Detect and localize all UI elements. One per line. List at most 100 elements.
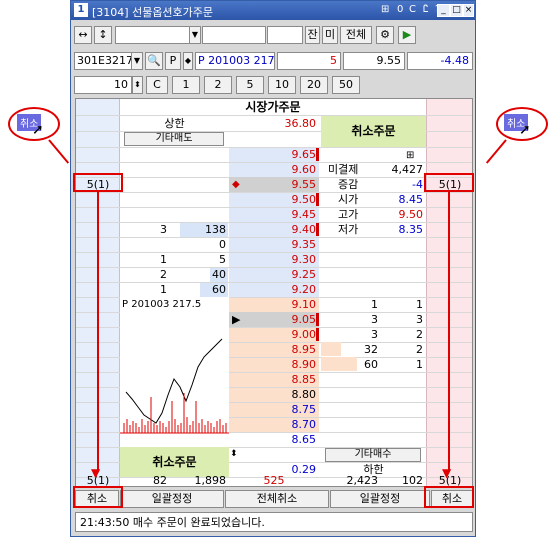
price-cell[interactable]: 9.10	[229, 297, 319, 312]
price-cell[interactable]: 8.70	[229, 417, 319, 432]
buy-count: 1	[416, 298, 423, 311]
qty-button-5[interactable]: 5	[236, 76, 264, 94]
upper-limit-value: 36.80	[284, 117, 317, 130]
qty-button-10[interactable]: 10	[268, 76, 296, 94]
price-cell[interactable]: 8.75	[229, 402, 319, 417]
cancel-all-button[interactable]: 전체취소	[225, 490, 329, 508]
bulk-edit-right-button[interactable]: 일괄정정	[330, 490, 430, 508]
sell-qty: 40	[212, 268, 226, 281]
price-cell[interactable]: 9.25	[229, 267, 319, 282]
high-value: 9.50	[398, 208, 424, 221]
market-order-label[interactable]: 시장가주문	[120, 100, 426, 115]
open-interest-value: 4,427	[391, 163, 424, 176]
all-button[interactable]: 전체	[340, 26, 372, 44]
change-value: -4	[412, 178, 423, 191]
max-button[interactable]: □	[450, 4, 463, 17]
spin-icon[interactable]: ◆	[183, 52, 193, 70]
price-cell[interactable]: 9.00	[229, 327, 319, 342]
play-icon[interactable]: ▶	[398, 26, 416, 44]
order-book-grid: 시장가주문 상한 36.80 기타매도 취소주문 9.65 9.60 9.55 …	[75, 98, 473, 487]
sell-count: 2	[160, 268, 167, 281]
price-cell[interactable]: 9.60	[229, 162, 319, 177]
net-qty: 525	[263, 474, 285, 487]
sell-qty: 138	[205, 223, 226, 236]
total-sell-count: 82	[153, 474, 167, 487]
upper-limit-label: 상한	[164, 117, 185, 130]
account-name-field[interactable]	[202, 26, 266, 44]
status-bar: 21:43:50 매수 주문이 완료되었습니다.	[75, 512, 473, 532]
total-sell-qty: 1,898	[194, 474, 227, 487]
tick-marker	[316, 148, 319, 161]
buy-count: 2	[416, 343, 423, 356]
title-bar: 1 [3104] 선물옵션호가주문 ⊞ 0 C Ꮭ ? ≣	[71, 1, 475, 20]
close-button[interactable]: ×	[463, 4, 474, 17]
put-button[interactable]: P	[165, 52, 181, 70]
qty-button-2[interactable]: 2	[204, 76, 232, 94]
right-down-arrow-icon: ▼	[442, 466, 452, 480]
order-qty-input[interactable]: 10	[74, 76, 132, 94]
tick-marker	[316, 193, 319, 206]
left-highlight-circle	[8, 107, 60, 141]
vertical-arrows-icon[interactable]: ↕	[94, 26, 112, 44]
qty-button-1[interactable]: 1	[172, 76, 200, 94]
price-cell[interactable]: 8.65	[229, 432, 319, 447]
tick-marker	[316, 313, 319, 326]
other-buy-button[interactable]: 기타매수	[325, 448, 421, 462]
horizontal-arrows-icon[interactable]: ↔	[74, 26, 92, 44]
password-field[interactable]	[267, 26, 303, 44]
sell-count: 1	[160, 283, 167, 296]
settings-icon[interactable]: ⚙	[376, 26, 394, 44]
qty-button-50[interactable]: 50	[332, 76, 360, 94]
cancel-sell-order[interactable]: 취소주문	[321, 116, 426, 147]
price-cell[interactable]: 9.45	[229, 207, 319, 222]
buy-qty: 3	[371, 328, 378, 341]
qty-button-20[interactable]: 20	[300, 76, 328, 94]
right-arrow-line	[485, 139, 507, 164]
right-highlight-circle	[496, 107, 548, 141]
mini-chart: P 201003 217.5	[120, 297, 229, 447]
other-sell-button[interactable]: 기타매도	[124, 132, 224, 146]
lower-stepper-icon[interactable]: ⬍	[230, 447, 242, 462]
price-cell[interactable]: 9.30	[229, 252, 319, 267]
left-vertical-line	[97, 192, 99, 472]
price-cell[interactable]: 9.40	[229, 222, 319, 237]
sell-qty: 0	[219, 238, 226, 251]
current-price-marker-icon: ◆	[232, 179, 240, 190]
grid-icon[interactable]: ⊞	[381, 4, 389, 16]
price-cell[interactable]: 9.20	[229, 282, 319, 297]
balance-button[interactable]: 잔	[305, 26, 320, 44]
qty-stepper[interactable]: ⬍	[132, 76, 143, 94]
link-icon[interactable]: C	[409, 4, 416, 16]
tree-icon[interactable]: Ꮭ	[423, 4, 429, 16]
tick-marker	[316, 328, 319, 341]
zero-icon[interactable]: 0	[397, 4, 403, 16]
low-value: 8.35	[398, 223, 424, 236]
price-cell[interactable]: 8.85	[229, 372, 319, 387]
price-cell[interactable]: 8.90	[229, 357, 319, 372]
price-cell[interactable]: 8.95	[229, 342, 319, 357]
account-dropdown-icon[interactable]: ▼	[189, 26, 201, 44]
left-down-arrow-icon: ▼	[91, 466, 101, 480]
code-dropdown-icon[interactable]: ▼	[131, 52, 143, 70]
price-cell[interactable]: 8.80	[229, 387, 319, 402]
buy-count: 2	[416, 328, 423, 341]
current-qty: 5	[277, 52, 341, 70]
price-cell[interactable]: 9.50	[229, 192, 319, 207]
sell-qty: 60	[212, 283, 226, 296]
search-icon[interactable]: 🔍	[145, 52, 163, 70]
account-select[interactable]	[115, 26, 199, 44]
left-arrow-line	[48, 139, 70, 164]
price-cell[interactable]: 9.35	[229, 237, 319, 252]
bulk-edit-left-button[interactable]: 일괄정정	[120, 490, 224, 508]
product-name: P 201003 217	[195, 52, 275, 70]
clear-button[interactable]: C	[146, 76, 168, 94]
unfilled-button[interactable]: 미	[322, 26, 338, 44]
sell-qty: 5	[219, 253, 226, 266]
price-cell[interactable]: 9.65	[229, 147, 319, 162]
buy-count: 3	[416, 313, 423, 326]
min-button[interactable]: _	[437, 4, 450, 17]
buy-count: 1	[416, 358, 423, 371]
chart-svg	[120, 338, 229, 434]
right-cancel-highlight	[424, 486, 474, 508]
info-toggle-icon[interactable]: ⊞	[406, 148, 420, 163]
